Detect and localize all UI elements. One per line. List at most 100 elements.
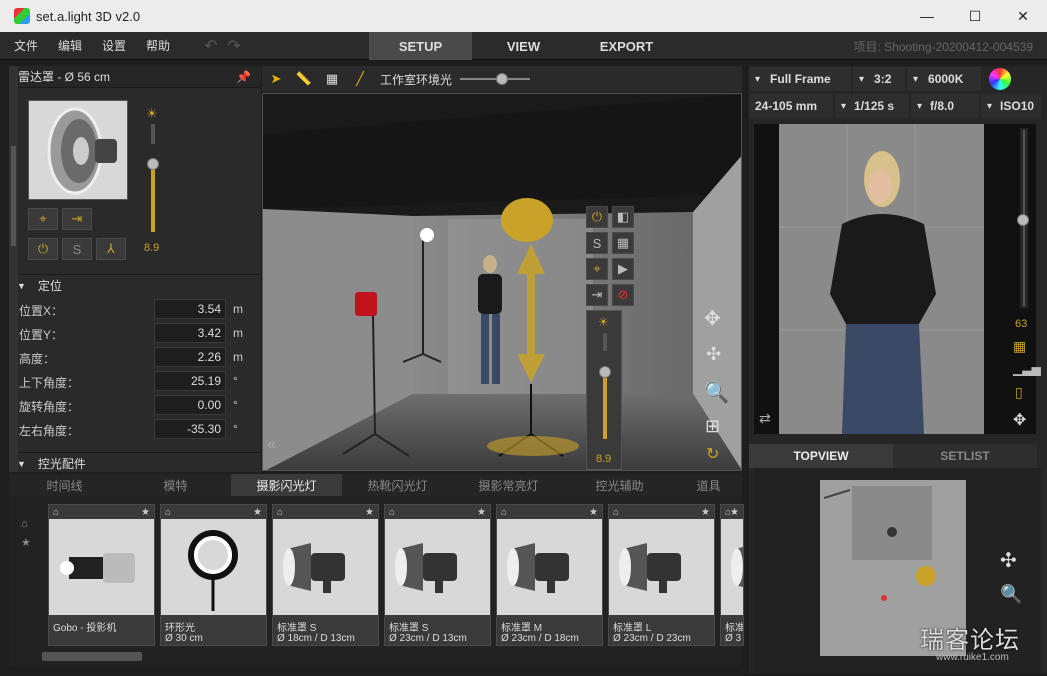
pin-icon[interactable]: 📌 bbox=[236, 70, 251, 84]
undo-icon[interactable]: ↶ bbox=[204, 36, 217, 56]
solo-button[interactable]: S bbox=[62, 238, 92, 260]
property-label: 高度： bbox=[19, 352, 56, 366]
grid-modifier-icon[interactable]: ▦ bbox=[612, 232, 634, 254]
grid-overlay-icon[interactable]: ▦ bbox=[1013, 338, 1026, 355]
accessories-section-header[interactable]: ▼ 控光配件 bbox=[9, 452, 261, 474]
property-row: 位置Y： 3.42 m bbox=[9, 322, 261, 344]
favorites-star-icon[interactable]: ★ bbox=[21, 536, 31, 549]
tab-export[interactable]: EXPORT bbox=[575, 32, 678, 60]
property-unit: ° bbox=[233, 398, 238, 412]
zoom-map-icon[interactable]: 🔍 bbox=[1000, 584, 1022, 605]
property-input[interactable]: 25.19 bbox=[154, 371, 226, 391]
lens-dropdown[interactable]: 24-105 mm bbox=[749, 94, 833, 118]
grid-icon[interactable]: ▦ bbox=[318, 71, 346, 87]
power-toggle[interactable]: ⏻ bbox=[28, 238, 58, 260]
property-input[interactable]: -35.30 bbox=[154, 419, 226, 439]
pan-icon[interactable]: ✣ bbox=[706, 344, 721, 365]
power-toggle-icon[interactable]: ⏻ bbox=[586, 206, 608, 228]
move-to-light-icon[interactable]: ⇥ bbox=[586, 284, 608, 306]
tab-studio-flash[interactable]: 摄影闪光灯 bbox=[231, 474, 342, 496]
camera-preview[interactable] bbox=[754, 124, 1036, 434]
3d-viewport[interactable]: ⏻ ◧ S ▦ ⌖ ▶ ⇥ ⊘ ☀ 8.9 ✥ ✣ 🔍 ⊞ ↻ « bbox=[262, 93, 742, 471]
move-camera-icon[interactable]: ✥ bbox=[1013, 410, 1026, 430]
light-card[interactable]: ⌂ ★ 标准罩 S Ø 18cm / D 13cm bbox=[272, 504, 379, 646]
light-card[interactable]: ⌂ ★ 标准 Ø 3 bbox=[720, 504, 744, 646]
left-scrollbar[interactable] bbox=[9, 66, 18, 472]
light-card[interactable]: ⌂ ★ 标准罩 M Ø 23cm / D 18cm bbox=[496, 504, 603, 646]
property-input[interactable]: 3.42 bbox=[154, 323, 226, 343]
menu-file[interactable]: 文件 bbox=[4, 37, 48, 54]
white-balance-dropdown[interactable]: ▾ 6000K bbox=[907, 67, 981, 91]
menu-edit[interactable]: 编辑 bbox=[48, 37, 92, 54]
tab-light-shapers[interactable]: 控光辅助 bbox=[564, 474, 675, 496]
favorite-star-icon[interactable]: ★ bbox=[365, 507, 374, 518]
home-icon[interactable]: ⌂ bbox=[21, 518, 28, 530]
light-card[interactable]: ⌂ ★ 标准罩 L Ø 23cm / D 23cm bbox=[608, 504, 715, 646]
line-icon[interactable]: ╱ bbox=[346, 71, 374, 87]
watermark-url: www.ruike1.com bbox=[936, 652, 1009, 663]
viewport-power-knob[interactable] bbox=[599, 366, 611, 379]
power-slider-rest bbox=[151, 124, 155, 144]
property-input[interactable]: 0.00 bbox=[154, 395, 226, 415]
maximize-button[interactable]: ☐ bbox=[951, 0, 999, 32]
light-card[interactable]: ⌂ ★ 标准罩 S Ø 23cm / D 13cm bbox=[384, 504, 491, 646]
flag-icon[interactable]: ◧ bbox=[612, 206, 634, 228]
tab-props[interactable]: 道具 bbox=[675, 474, 742, 496]
property-input[interactable]: 2.26 bbox=[154, 347, 226, 367]
zoom-icon[interactable]: 🔍 bbox=[704, 380, 729, 405]
tab-setlist[interactable]: SETLIST bbox=[893, 444, 1037, 468]
sensor-dropdown[interactable]: ▾ Full Frame bbox=[749, 67, 851, 91]
light-head-icon[interactable]: ▶ bbox=[612, 258, 634, 280]
favorite-star-icon[interactable]: ★ bbox=[141, 507, 150, 518]
light-card-name: Gobo - 投影机 bbox=[53, 623, 117, 634]
menu-help[interactable]: 帮助 bbox=[136, 37, 180, 54]
shutter-dropdown[interactable]: ▾ 1/125 s bbox=[835, 94, 909, 118]
orbit-icon[interactable]: ✥ bbox=[704, 306, 721, 331]
move-to-light-icon[interactable]: ⇥ bbox=[62, 208, 92, 230]
orientation-icon[interactable]: ▯ bbox=[1015, 384, 1023, 401]
favorite-star-icon[interactable]: ★ bbox=[730, 507, 739, 518]
tab-models[interactable]: 模特 bbox=[120, 474, 231, 496]
tab-continuous-light[interactable]: 摄影常亮灯 bbox=[453, 474, 564, 496]
property-input[interactable]: 3.54 bbox=[154, 299, 226, 319]
library-tabs: 时间线 模特 摄影闪光灯 热靴闪光灯 摄影常亮灯 控光辅助 道具 bbox=[9, 474, 742, 496]
minimize-button[interactable]: — bbox=[903, 0, 951, 32]
favorite-star-icon[interactable]: ★ bbox=[589, 507, 598, 518]
tab-setup[interactable]: SETUP bbox=[369, 32, 472, 60]
light-card[interactable]: ⌂ ★ 环形光 Ø 30 cm bbox=[160, 504, 267, 646]
menu-settings[interactable]: 设置 bbox=[92, 37, 136, 54]
stand-button[interactable]: ⅄ bbox=[96, 238, 126, 260]
color-picker-icon[interactable] bbox=[989, 68, 1011, 90]
swap-icon[interactable]: ⇄ bbox=[759, 410, 771, 427]
tab-timeline[interactable]: 时间线 bbox=[9, 474, 120, 496]
histogram-icon[interactable]: ▁▃▅ bbox=[1013, 362, 1041, 376]
tab-speedlight[interactable]: 热靴闪光灯 bbox=[342, 474, 453, 496]
library-scrollbar[interactable] bbox=[42, 652, 142, 661]
light-card[interactable]: ⌂ ★ Gobo - 投影机 bbox=[48, 504, 155, 646]
iso-dropdown[interactable]: ▾ ISO10 bbox=[981, 94, 1041, 118]
ruler-icon[interactable]: 📏 bbox=[290, 71, 318, 87]
power-slider-knob[interactable] bbox=[147, 157, 159, 170]
reset-view-icon[interactable]: ↻ bbox=[706, 444, 719, 464]
solo-icon[interactable]: S bbox=[586, 232, 608, 254]
tab-topview[interactable]: TOPVIEW bbox=[749, 444, 893, 468]
collapse-panel-icon[interactable]: « bbox=[267, 436, 276, 454]
no-gel-icon[interactable]: ⊘ bbox=[612, 284, 634, 306]
ambient-light-slider[interactable] bbox=[460, 72, 531, 86]
position-section-header[interactable]: ▼ 定位 bbox=[9, 274, 261, 296]
tab-view[interactable]: VIEW bbox=[472, 32, 575, 60]
ratio-dropdown[interactable]: ▾ 3:2 bbox=[853, 67, 905, 91]
redo-icon[interactable]: ↷ bbox=[227, 36, 240, 56]
focal-length-knob[interactable] bbox=[1017, 214, 1029, 226]
favorite-star-icon[interactable]: ★ bbox=[701, 507, 710, 518]
aperture-dropdown[interactable]: ▾ f/8.0 bbox=[911, 94, 979, 118]
target-icon[interactable]: ⌖ bbox=[586, 258, 608, 280]
target-icon[interactable]: ⌖ bbox=[28, 208, 58, 230]
select-arrow-icon[interactable]: ➤ bbox=[262, 71, 290, 87]
camera-panel: ▾ Full Frame ▾ 3:2 ▾ 6000K 24-105 mm ▾ 1… bbox=[749, 66, 1047, 673]
fit-view-icon[interactable]: ⊞ bbox=[705, 416, 720, 437]
close-button[interactable]: ✕ bbox=[999, 0, 1047, 32]
pan-map-icon[interactable]: ✣ bbox=[1000, 548, 1017, 573]
favorite-star-icon[interactable]: ★ bbox=[253, 507, 262, 518]
favorite-star-icon[interactable]: ★ bbox=[477, 507, 486, 518]
